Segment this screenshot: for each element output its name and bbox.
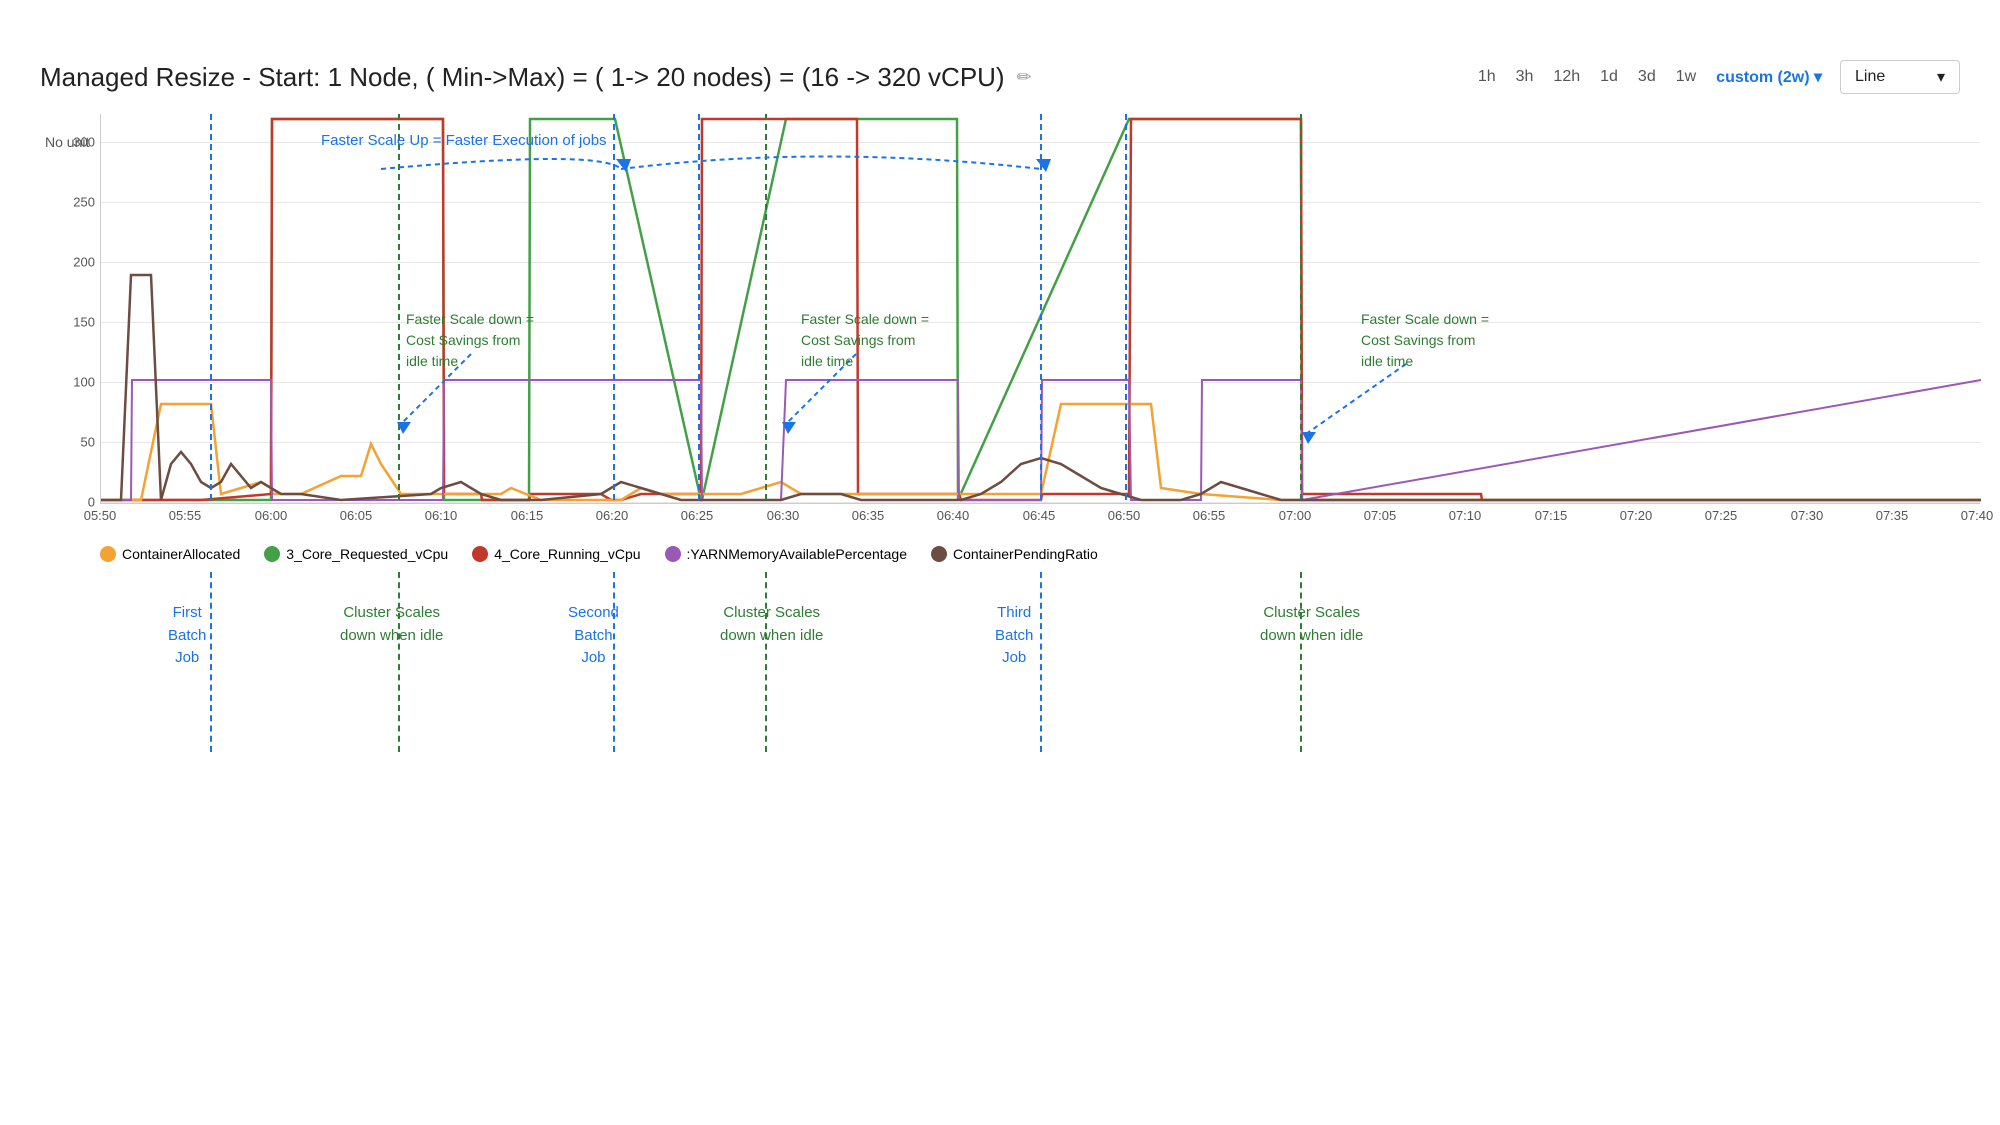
legend-item-orange: ContainerAllocated — [100, 546, 240, 562]
arrow-scaleup-2 — [621, 157, 1041, 170]
bottom-ann-batch1: FirstBatchJob — [168, 602, 206, 670]
x-tick-0740: 07:40 — [1961, 508, 1994, 523]
annotation-scale-down-1: Faster Scale down =Cost Savings fromidle… — [406, 309, 534, 372]
x-tick-0730: 07:30 — [1791, 508, 1824, 523]
x-tick-0710: 07:10 — [1449, 508, 1482, 523]
x-tick-0630: 06:30 — [767, 508, 800, 523]
arrowhead-sd3 — [1302, 432, 1316, 444]
legend-label-green: 3_Core_Requested_vCpu — [286, 546, 448, 562]
legend-color-brown — [931, 546, 947, 562]
x-tick-0655: 06:55 — [1193, 508, 1226, 523]
x-tick-0620: 06:20 — [596, 508, 629, 523]
legend-item-purple: :YARNMemoryAvailablePercentage — [665, 546, 907, 562]
legend-item-green: 3_Core_Requested_vCpu — [264, 546, 448, 562]
legend: ContainerAllocated 3_Core_Requested_vCpu… — [100, 546, 1960, 562]
bottom-ann-scaledown3: Cluster Scalesdown when idle — [1260, 602, 1363, 647]
chart-svg — [101, 114, 1981, 504]
time-buttons: 1h 3h 12h 1d 3d 1w custom (2w) ▾ — [1476, 63, 1824, 91]
legend-color-purple — [665, 546, 681, 562]
x-tick-0735: 07:35 — [1876, 508, 1909, 523]
bottom-annotations: FirstBatchJob Cluster Scalesdown when id… — [100, 572, 1980, 752]
legend-label-brown: ContainerPendingRatio — [953, 546, 1098, 562]
time-btn-custom[interactable]: custom (2w) ▾ — [1714, 63, 1824, 91]
annotation-scale-down-3: Faster Scale down =Cost Savings fromidle… — [1361, 309, 1489, 372]
legend-color-red — [472, 546, 488, 562]
bottom-vert-2 — [398, 572, 400, 752]
x-tick-0635: 06:35 — [852, 508, 885, 523]
x-tick-0650: 06:50 — [1108, 508, 1141, 523]
bottom-vert-6 — [1300, 572, 1302, 752]
time-btn-1d[interactable]: 1d — [1598, 64, 1620, 90]
x-tick-0640: 06:40 — [937, 508, 970, 523]
chart-area: No unit 0 50 100 150 200 250 300 — [100, 114, 1960, 752]
x-tick-0720: 07:20 — [1620, 508, 1653, 523]
legend-label-orange: ContainerAllocated — [122, 546, 240, 562]
bottom-vert-5 — [1040, 572, 1042, 752]
x-tick-0715: 07:15 — [1535, 508, 1568, 523]
bottom-vert-1 — [210, 572, 212, 752]
bottom-ann-scaledown2: Cluster Scalesdown when idle — [720, 602, 823, 647]
x-axis: 05:50 05:55 06:00 06:05 06:10 06:15 06:2… — [100, 508, 1980, 536]
time-btn-1w[interactable]: 1w — [1674, 64, 1698, 90]
x-tick-0625: 06:25 — [681, 508, 714, 523]
arrow-scaleup-1 — [381, 159, 621, 169]
arrowhead-1 — [616, 159, 631, 172]
time-btn-12h[interactable]: 12h — [1551, 64, 1582, 90]
time-btn-1h[interactable]: 1h — [1476, 64, 1498, 90]
bottom-vert-4 — [765, 572, 767, 752]
x-tick-0550: 05:50 — [84, 508, 117, 523]
legend-item-red: 4_Core_Running_vCpu — [472, 546, 640, 562]
x-tick-0605: 06:05 — [340, 508, 373, 523]
x-tick-0600: 06:00 — [255, 508, 288, 523]
time-btn-3d[interactable]: 3d — [1636, 64, 1658, 90]
bottom-ann-batch2: SecondBatchJob — [568, 602, 619, 670]
x-tick-0700: 07:00 — [1279, 508, 1312, 523]
annotation-scale-down-2: Faster Scale down =Cost Savings fromidle… — [801, 309, 929, 372]
time-btn-3h[interactable]: 3h — [1514, 64, 1536, 90]
legend-color-green — [264, 546, 280, 562]
header-row: Managed Resize - Start: 1 Node, ( Min->M… — [40, 60, 1960, 94]
bottom-ann-scaledown1: Cluster Scalesdown when idle — [340, 602, 443, 647]
legend-label-red: 4_Core_Running_vCpu — [494, 546, 640, 562]
x-tick-0645: 06:45 — [1023, 508, 1056, 523]
chart-wrapper: 0 50 100 150 200 250 300 — [100, 114, 1980, 504]
x-tick-0725: 07:25 — [1705, 508, 1738, 523]
x-tick-0615: 06:15 — [511, 508, 544, 523]
chart-title: Managed Resize - Start: 1 Node, ( Min->M… — [40, 62, 1005, 93]
title-area: Managed Resize - Start: 1 Node, ( Min->M… — [40, 62, 1032, 93]
legend-item-brown: ContainerPendingRatio — [931, 546, 1098, 562]
x-tick-0555: 05:55 — [169, 508, 202, 523]
legend-label-purple: :YARNMemoryAvailablePercentage — [687, 546, 907, 562]
controls-area: 1h 3h 12h 1d 3d 1w custom (2w) ▾ Line ▾ — [1476, 60, 1960, 94]
view-dropdown-label: Line — [1855, 68, 1885, 86]
edit-icon[interactable]: ✏ — [1017, 67, 1032, 88]
x-tick-0610: 06:10 — [425, 508, 458, 523]
arrow-scaledown-3 — [1306, 364, 1406, 434]
x-tick-0705: 07:05 — [1364, 508, 1397, 523]
bottom-ann-batch3: ThirdBatchJob — [995, 602, 1033, 670]
dropdown-arrow-icon: ▾ — [1937, 67, 1945, 87]
arrowhead-2 — [1036, 159, 1051, 172]
view-dropdown[interactable]: Line ▾ — [1840, 60, 1960, 94]
legend-color-orange — [100, 546, 116, 562]
page-container: Managed Resize - Start: 1 Node, ( Min->M… — [0, 0, 2000, 1125]
annotation-scale-up: Faster Scale Up = Faster Execution of jo… — [321, 132, 607, 149]
